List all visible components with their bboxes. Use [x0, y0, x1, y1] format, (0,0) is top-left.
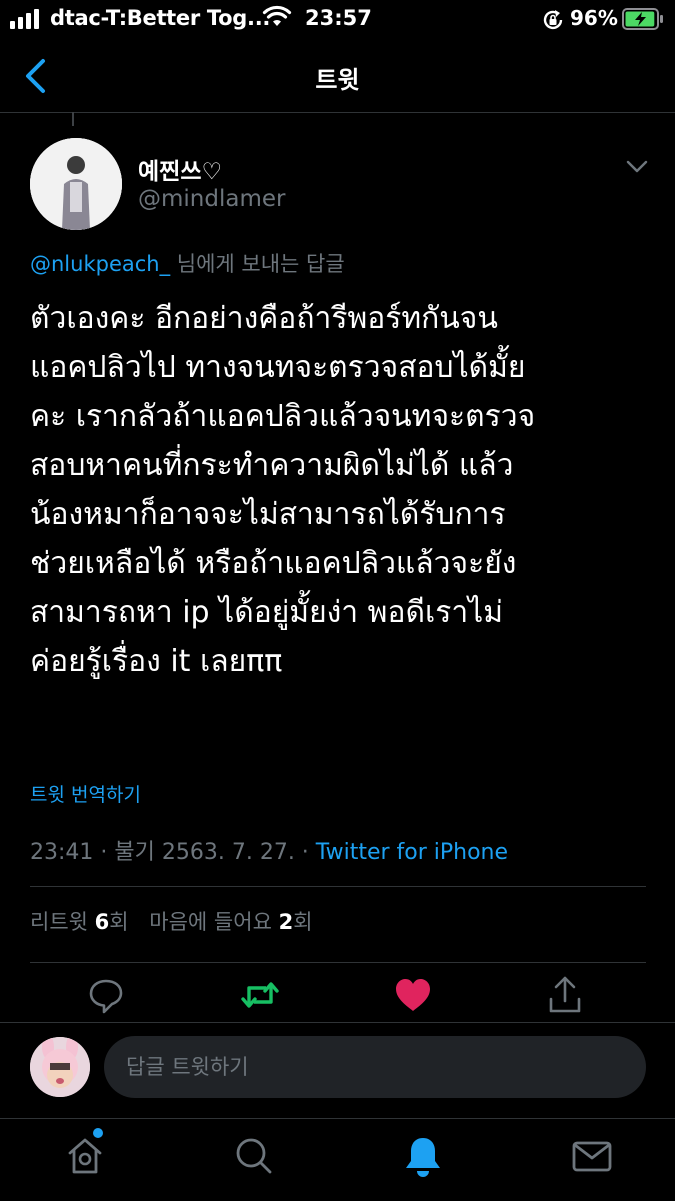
author-handle[interactable]: @mindlamer [138, 186, 285, 212]
battery-charging-icon [622, 8, 663, 30]
likes-label[interactable]: 마음에 들어요 [149, 910, 272, 934]
divider [30, 962, 646, 963]
meta-separator: · [93, 840, 115, 865]
reply-context: @nlukpeach_ 님에게 보내는 답글 [30, 248, 345, 278]
divider [30, 886, 646, 887]
retweets-suffix: 회 [109, 910, 129, 934]
status-time: 23:57 [305, 6, 372, 30]
tweet-text-line: ตัวเองคะ อีกอย่างคือถ้ารีพอร์ทกันจน [30, 301, 498, 336]
author-avatar[interactable] [30, 138, 122, 230]
tweet-date: 불기 2563. 7. 27. [114, 840, 295, 865]
battery-percent: 96% [570, 6, 618, 30]
carrier-name: dtac-T:Better Tog... [50, 6, 271, 30]
tweet-time: 23:41 [30, 840, 94, 865]
avatar-image [30, 138, 122, 230]
translate-tweet-link[interactable]: 트윗 번역하기 [30, 780, 141, 807]
tweet-text-line: ค่อยรู้เรื่อง it เลยππ [30, 644, 283, 679]
reply-context-label: 님에게 보내는 답글 [170, 252, 345, 276]
status-bar: dtac-T:Better Tog... 23:57 96% [0, 0, 675, 38]
tweet-text-line: สอบหาคนที่กระทำความผิดไม่ได้ แล้ว [30, 448, 514, 483]
heart-icon[interactable] [393, 975, 433, 1015]
messages-icon[interactable] [571, 1135, 613, 1177]
home-notification-dot [93, 1128, 103, 1138]
tweet-text-line: คะ เรากลัวถ้าแอคปลิวแล้วจนทจะตรวจ [30, 399, 536, 434]
tweet-meta: 23:41 · 불기 2563. 7. 27. · Twitter for iP… [30, 834, 508, 866]
page-title: 트윗 [315, 66, 360, 94]
likes-count[interactable]: 2 [279, 910, 294, 934]
tweet-text-line: แอคปลิวไป ทางจนทจะตรวจสอบได้มั้ย [30, 350, 526, 385]
retweets-count[interactable]: 6 [95, 910, 110, 934]
reply-to-handle-link[interactable]: @nlukpeach_ [30, 252, 170, 276]
tweet-source-link[interactable]: Twitter for iPhone [316, 840, 508, 865]
signal-icon [10, 9, 39, 29]
wifi-icon [262, 5, 292, 26]
tweet-text-line: ช่วยเหลือได้ หรือถ้าแอคปลิวแล้วจะยัง [30, 546, 517, 581]
meta-separator: · [294, 840, 316, 865]
nav-header: 트윗 [0, 40, 675, 113]
author-display-name[interactable]: 예찐쓰♡ [138, 152, 222, 186]
my-avatar[interactable] [30, 1037, 90, 1097]
tweet-text: ตัวเองคะ อีกอย่างคือถ้ารีพอร์ทกันจน แอคป… [30, 294, 655, 686]
tweet-stats: 리트윗 6회 마음에 들어요 2회 [30, 906, 313, 936]
thread-connector [72, 112, 74, 126]
my-avatar-image [30, 1037, 90, 1097]
chevron-down-icon[interactable] [625, 158, 649, 174]
reply-compose-input[interactable] [104, 1036, 646, 1098]
reply-icon[interactable] [88, 975, 124, 1015]
tweet-text-line: น้องหมาก็อาจจะไม่สามารถได้รับการ [30, 497, 506, 532]
likes-suffix: 회 [293, 910, 313, 934]
tweet-text-line: สามารถหา ip ได้อยู่มั้ยง่า พอดีเราไม่ [30, 595, 504, 630]
retweet-icon[interactable] [240, 975, 280, 1015]
search-icon[interactable] [233, 1135, 275, 1177]
orientation-lock-icon [543, 10, 563, 30]
notifications-icon[interactable] [403, 1135, 443, 1179]
share-icon[interactable] [547, 975, 583, 1015]
divider [0, 1022, 675, 1023]
home-icon[interactable] [65, 1135, 105, 1177]
retweets-label[interactable]: 리트윗 [30, 910, 88, 934]
tweet-action-bar [0, 975, 675, 1021]
